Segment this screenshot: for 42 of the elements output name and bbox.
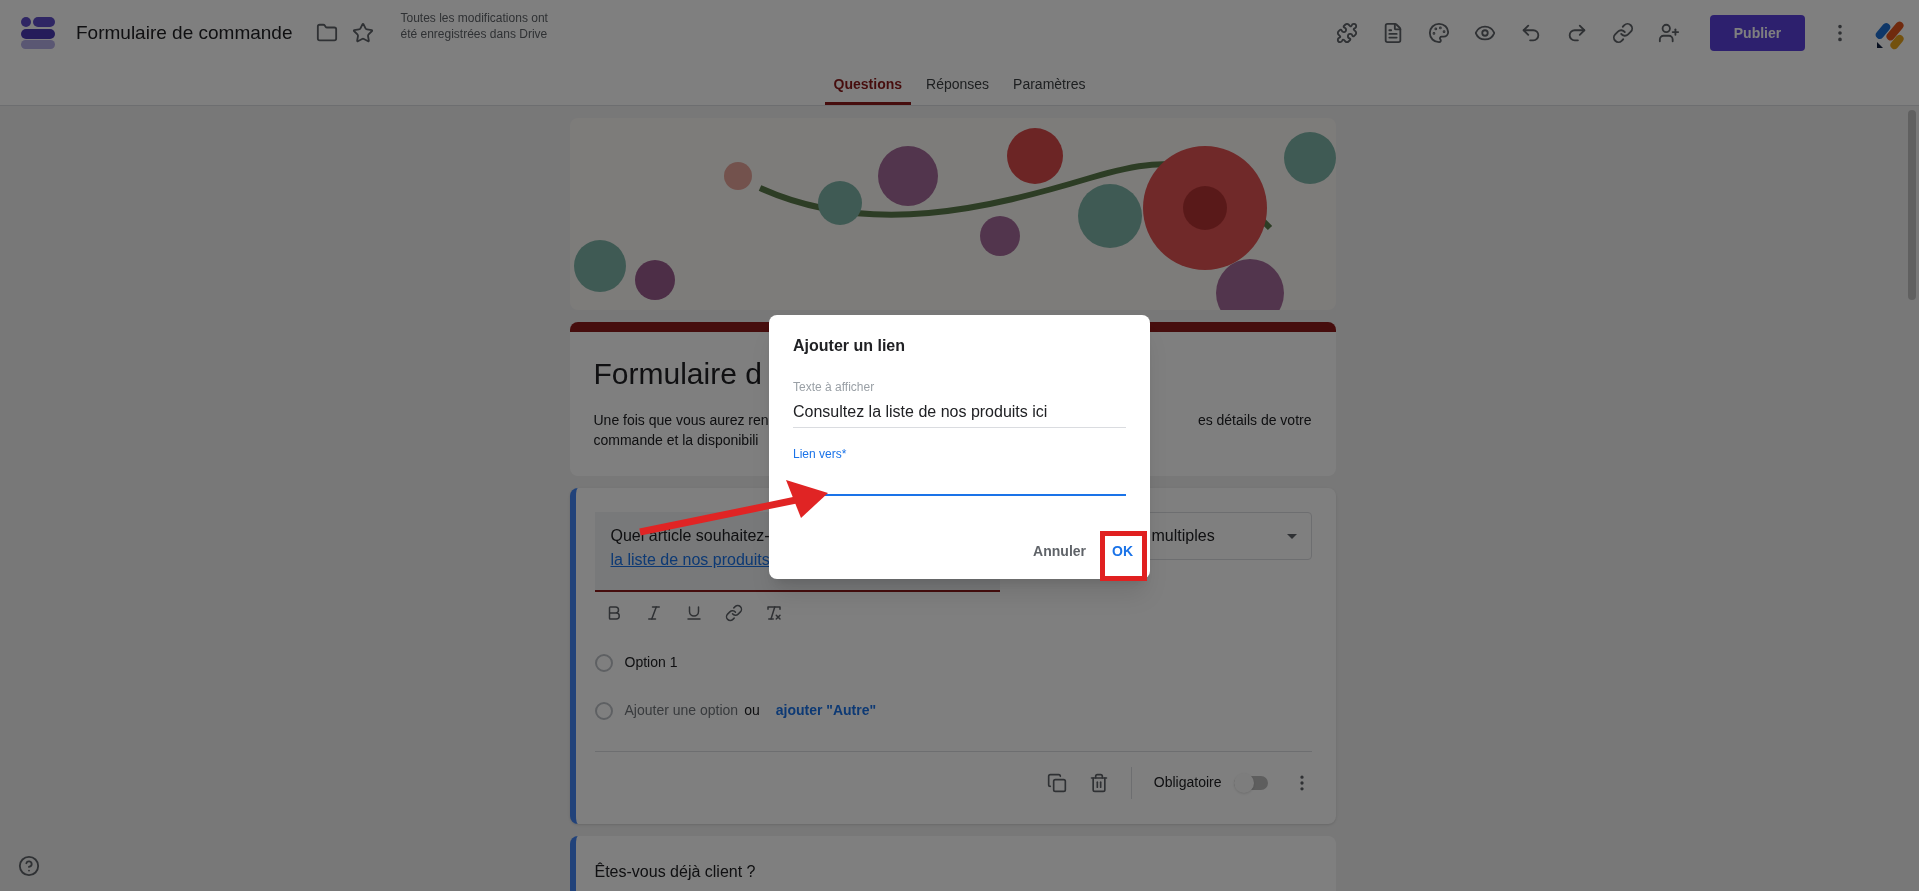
publish-button[interactable]: Publier <box>1710 15 1805 51</box>
cancel-button[interactable]: Annuler <box>1025 533 1094 569</box>
add-option-field[interactable]: Ajouter une option <box>624 700 739 721</box>
required-label: Obligatoire <box>1153 773 1222 792</box>
or-text: ou <box>744 701 760 720</box>
radio-icon <box>594 653 613 672</box>
folder-icon[interactable] <box>316 22 339 44</box>
tab[interactable]: Paramètres <box>1004 66 1095 105</box>
save-status: Toutes les modifications ont été enregistrées dans Drive <box>400 10 549 42</box>
link-icon[interactable] <box>724 604 743 622</box>
copy-icon[interactable] <box>1046 772 1067 793</box>
product-list-link[interactable]: la liste de nos produits <box>610 548 770 572</box>
clear-formatting-icon[interactable] <box>764 604 783 622</box>
form-description: commande et la disponibili <box>593 431 760 450</box>
tab[interactable]: Réponses <box>917 66 999 105</box>
undo-icon[interactable] <box>1520 22 1542 44</box>
dialog-title: Ajouter un lien <box>793 336 906 356</box>
document-icon[interactable] <box>1382 22 1404 44</box>
add-other-button[interactable]: ajouter "Autre" <box>771 700 881 721</box>
redo-icon[interactable] <box>1566 22 1588 44</box>
caret-icon <box>1286 533 1297 539</box>
delete-icon[interactable] <box>1088 772 1109 793</box>
underline-icon[interactable] <box>684 604 703 622</box>
link-icon[interactable] <box>1612 22 1634 44</box>
option-label[interactable]: Option 1 <box>624 652 678 673</box>
palette-icon[interactable] <box>1428 22 1450 44</box>
form-heading: Formulaire d <box>593 356 762 392</box>
radio-icon <box>594 701 613 720</box>
link-field[interactable]: Texte à afficher Consultez la liste de nos produits ici <box>793 379 1126 428</box>
form-title[interactable]: Formulaire de commande <box>76 18 293 48</box>
highlight-frame <box>1100 531 1147 581</box>
question-text: Êtes-vous déjà client ? <box>594 863 756 880</box>
puzzle-icon[interactable] <box>1336 22 1358 44</box>
required-toggle[interactable] <box>1233 772 1270 793</box>
help-icon[interactable] <box>18 855 40 877</box>
forms-logo-icon[interactable] <box>20 16 56 50</box>
question-text: Quel article souhaitez- <box>610 526 771 546</box>
form-description: es détails de votre <box>1197 411 1312 430</box>
form-description: Une fois que vous aurez ren <box>593 411 769 430</box>
add-person-icon[interactable] <box>1658 22 1680 44</box>
star-icon[interactable] <box>352 22 375 44</box>
tab[interactable]: Questions <box>824 66 912 105</box>
